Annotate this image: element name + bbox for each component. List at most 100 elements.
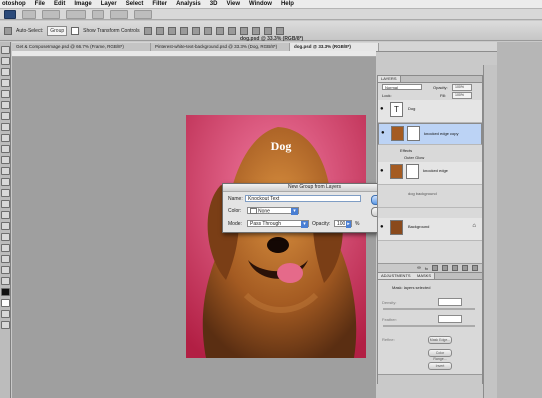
align-bottom-icon[interactable]: [167, 26, 176, 35]
align-vcenter-icon[interactable]: [155, 26, 164, 35]
layer-row-dog-text[interactable]: ● T Dog: [378, 100, 482, 123]
mode-select-value: Pass Through: [250, 221, 282, 227]
menu-analysis[interactable]: Analysis: [176, 1, 201, 7]
layer-row-knocked-edge-copy[interactable]: ● knocked edge copy: [378, 123, 482, 145]
clone-stamp-tool-icon[interactable]: [0, 134, 10, 142]
distribute-bottom-icon[interactable]: [239, 26, 248, 35]
foreground-color-swatch[interactable]: [0, 288, 10, 296]
crop-tool-icon[interactable]: [0, 90, 10, 98]
trash-icon[interactable]: [472, 265, 478, 271]
mask-edge-button[interactable]: Mask Edge...: [428, 336, 452, 344]
visibility-eye-icon[interactable]: ●: [381, 130, 385, 137]
menu-select[interactable]: Select: [126, 1, 144, 7]
layer-row-background[interactable]: ● Background ⌂: [378, 218, 482, 241]
menu-help[interactable]: Help: [281, 1, 294, 7]
menu-edit[interactable]: Edit: [54, 1, 65, 7]
fx-icon[interactable]: fx: [425, 266, 428, 271]
mask-thumb-icon: [406, 164, 419, 179]
color-range-button[interactable]: Color Range...: [428, 349, 452, 361]
pen-tool-icon[interactable]: [0, 200, 10, 208]
brush-tool-icon[interactable]: [0, 123, 10, 131]
blur-tool-icon[interactable]: [0, 178, 10, 186]
layer-opacity-input[interactable]: 100%: [452, 84, 472, 91]
feather-input[interactable]: [438, 315, 462, 323]
arrange-documents-button[interactable]: [110, 9, 128, 19]
shape-tool-icon[interactable]: [0, 233, 10, 241]
marquee-tool-icon[interactable]: [0, 57, 10, 65]
quick-mask-icon[interactable]: [0, 310, 10, 318]
add-mask-icon[interactable]: [432, 265, 438, 271]
3d-rotate-tool-icon[interactable]: [0, 244, 10, 252]
distribute-top-icon[interactable]: [215, 26, 224, 35]
menu-3d[interactable]: 3D: [210, 1, 218, 7]
group-name-input[interactable]: Knockout Text: [245, 195, 361, 202]
blend-mode-select[interactable]: Normal: [382, 84, 422, 90]
screen-mode-icon[interactable]: [0, 321, 10, 329]
tab-masks[interactable]: MASKS: [414, 273, 436, 279]
density-input[interactable]: [438, 298, 462, 306]
visibility-eye-icon[interactable]: ●: [380, 224, 384, 230]
menu-image[interactable]: Image: [74, 1, 91, 7]
move-tool-icon[interactable]: [0, 46, 10, 54]
menu-file[interactable]: File: [35, 1, 45, 7]
screen-mode-button[interactable]: [134, 9, 152, 19]
align-left-icon[interactable]: [179, 26, 188, 35]
distribute-left-icon[interactable]: [251, 26, 260, 35]
dodge-tool-icon[interactable]: [0, 189, 10, 197]
type-tool-icon[interactable]: [0, 211, 10, 219]
background-color-swatch[interactable]: [0, 299, 10, 307]
opacity-input[interactable]: 100 ▸: [334, 220, 352, 228]
tab-document-3[interactable]: dog.psd @ 33.3% (RGB/8*): [290, 43, 379, 51]
distribute-vcenter-icon[interactable]: [227, 26, 236, 35]
adjustment-layer-icon[interactable]: [442, 265, 448, 271]
invert-button[interactable]: Invert: [428, 362, 452, 370]
path-select-tool-icon[interactable]: [0, 222, 10, 230]
eyedropper-tool-icon[interactable]: [0, 101, 10, 109]
move-tool-icon[interactable]: [4, 26, 12, 35]
zoom-level-select[interactable]: [66, 9, 86, 19]
layers-footer: ∞ fx: [378, 263, 482, 272]
tab-document-1[interactable]: Get & ComposeImage.psd @ 66.7% (Frame, R…: [12, 43, 151, 51]
layer-row-knocked-edge[interactable]: ● knocked edge: [378, 162, 482, 185]
tab-document-2[interactable]: Pinterest-white-text-background.psd @ 33…: [151, 43, 290, 51]
feather-slider[interactable]: [383, 325, 475, 327]
show-transform-checkbox[interactable]: [71, 26, 80, 35]
mode-select[interactable]: Pass Through ▾: [247, 220, 309, 228]
fill-input[interactable]: 100%: [452, 92, 472, 99]
healing-brush-tool-icon[interactable]: [0, 112, 10, 120]
auto-align-icon[interactable]: [275, 26, 284, 35]
tab-adjustments[interactable]: ADJUSTMENTS: [378, 273, 415, 279]
lasso-tool-icon[interactable]: [0, 68, 10, 76]
new-group-icon[interactable]: [452, 265, 458, 271]
layer-name: Background: [408, 224, 430, 229]
menu-filter[interactable]: Filter: [152, 1, 167, 7]
eraser-tool-icon[interactable]: [0, 156, 10, 164]
menu-app[interactable]: otoshop: [2, 1, 26, 7]
align-top-icon[interactable]: [143, 26, 152, 35]
menu-layer[interactable]: Layer: [101, 1, 117, 7]
auto-select-dropdown[interactable]: Group: [47, 25, 68, 36]
layer-row-dog-background[interactable]: dog background: [378, 185, 482, 208]
color-select[interactable]: None ▾: [247, 207, 299, 215]
hand-tool-icon[interactable]: [0, 266, 10, 274]
tab-layers[interactable]: LAYERS: [378, 76, 401, 82]
history-brush-tool-icon[interactable]: [0, 145, 10, 153]
quick-select-tool-icon[interactable]: [0, 79, 10, 87]
new-layer-icon[interactable]: [462, 265, 468, 271]
visibility-eye-icon[interactable]: ●: [380, 106, 384, 112]
hand-tool-icon[interactable]: [92, 9, 104, 19]
menu-view[interactable]: View: [226, 1, 240, 7]
3d-orbit-tool-icon[interactable]: [0, 255, 10, 263]
distribute-right-icon[interactable]: [263, 26, 272, 35]
menu-window[interactable]: Window: [249, 1, 272, 7]
gradient-tool-icon[interactable]: [0, 167, 10, 175]
view-extras-button[interactable]: [42, 9, 60, 19]
mask-thumb-icon: [407, 126, 420, 141]
visibility-eye-icon[interactable]: ●: [380, 168, 384, 174]
align-hcenter-icon[interactable]: [191, 26, 200, 35]
zoom-tool-icon[interactable]: [0, 277, 10, 285]
link-layers-icon[interactable]: ∞: [417, 265, 421, 271]
bridge-button[interactable]: [22, 9, 36, 19]
density-slider[interactable]: [383, 308, 475, 310]
align-right-icon[interactable]: [203, 26, 212, 35]
